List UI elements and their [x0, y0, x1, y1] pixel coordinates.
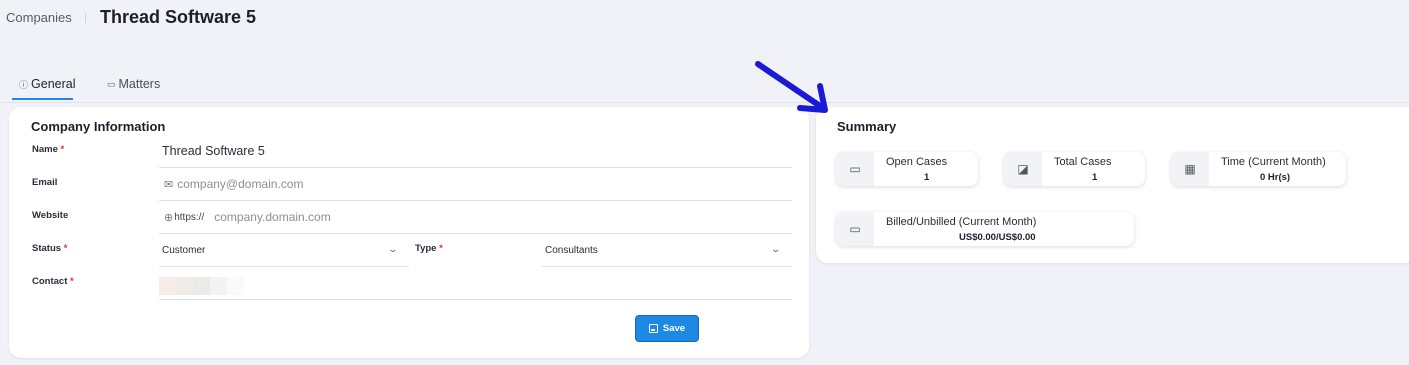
chevron-down-icon: ⌄: [770, 244, 782, 254]
chevron-down-icon: ⌄: [387, 244, 399, 254]
name-value: Thread Software 5: [162, 144, 265, 158]
type-label: Type *: [415, 243, 443, 254]
stat-label: Billed/Unbilled (Current Month): [886, 216, 1037, 228]
annotation-arrow: [755, 61, 828, 113]
website-prefix: https://: [174, 211, 205, 223]
page-title: Thread Software 5: [100, 7, 257, 27]
name-field[interactable]: Thread Software 5: [159, 135, 792, 168]
folder-icon: ▭: [107, 78, 116, 89]
card-icon: ▭: [836, 212, 874, 246]
tab-general[interactable]: ⓘ General: [19, 77, 76, 91]
required-mark: *: [63, 243, 68, 254]
website-label: Website: [32, 210, 69, 221]
stat-label: Total Cases: [1054, 156, 1112, 168]
name-label-text: Name: [32, 144, 58, 155]
tab-matters-label: Matters: [118, 77, 161, 91]
website-field[interactable]: ⊕ https:// company.domain.com: [159, 201, 792, 234]
contact-redacted-value: [159, 277, 244, 295]
email-field[interactable]: ✉ company@domain.com: [159, 168, 792, 201]
stat-value: 1: [1092, 172, 1098, 183]
status-label: Status *: [32, 243, 67, 254]
active-tab-indicator: [12, 98, 73, 100]
name-label: Name *: [32, 144, 64, 155]
cases-icon: ▭: [836, 152, 874, 186]
email-placeholder: company@domain.com: [177, 177, 304, 191]
top-bar: Companies Thread Software 5: [0, 0, 1409, 66]
floppy-disk-icon: [648, 324, 658, 333]
stat-total-cases: ◪ Total Cases 1: [1004, 152, 1145, 186]
type-select[interactable]: Consultants ⌄: [542, 234, 792, 267]
required-mark: *: [60, 144, 65, 155]
breadcrumb-divider: [85, 13, 86, 23]
stat-time-current-month: ▦ Time (Current Month) 0 Hr(s): [1171, 152, 1346, 186]
contact-field[interactable]: [159, 267, 792, 300]
website-placeholder: company.domain.com: [214, 210, 331, 224]
status-select[interactable]: Customer ⌄: [159, 234, 409, 267]
company-information-card: Company Information Name * Thread Softwa…: [9, 107, 809, 358]
breadcrumb-companies[interactable]: Companies: [6, 10, 72, 25]
required-mark: *: [439, 243, 443, 254]
email-label: Email: [32, 177, 58, 188]
save-button-label: Save: [662, 323, 686, 334]
stat-value: 1: [924, 172, 930, 183]
calendar-clock-icon: ▦: [1171, 152, 1209, 186]
required-mark: *: [70, 276, 74, 287]
stat-billed-unbilled: ▭ Billed/Unbilled (Current Month) US$0.0…: [836, 212, 1134, 246]
contact-label-text: Contact: [32, 276, 68, 287]
info-icon: ⓘ: [19, 79, 29, 90]
globe-icon: ⊕: [164, 211, 174, 224]
company-information-title: Company Information: [31, 119, 166, 134]
stat-value: 0 Hr(s): [1260, 172, 1291, 183]
stat-label: Time (Current Month): [1221, 156, 1326, 168]
mail-icon: ✉: [164, 178, 174, 191]
type-value: Consultants: [545, 244, 598, 256]
save-button[interactable]: Save: [635, 315, 699, 342]
tab-general-label: General: [31, 77, 76, 91]
status-label-text: Status: [32, 243, 62, 254]
summary-card: Summary ▭ Open Cases 1 ◪ Total Cases 1 ▦…: [816, 107, 1409, 263]
tab-matters[interactable]: ▭ Matters: [107, 77, 160, 91]
contact-label: Contact *: [32, 276, 74, 287]
stat-value: US$0.00/US$0.00: [959, 232, 1036, 243]
total-cases-icon: ◪: [1004, 152, 1042, 186]
summary-title: Summary: [837, 119, 897, 134]
stat-open-cases: ▭ Open Cases 1: [836, 152, 978, 186]
tab-bar: ⓘ General ▭ Matters: [0, 66, 1409, 103]
status-value: Customer: [162, 244, 206, 256]
type-label-text: Type: [415, 243, 437, 254]
stat-label: Open Cases: [886, 156, 948, 168]
